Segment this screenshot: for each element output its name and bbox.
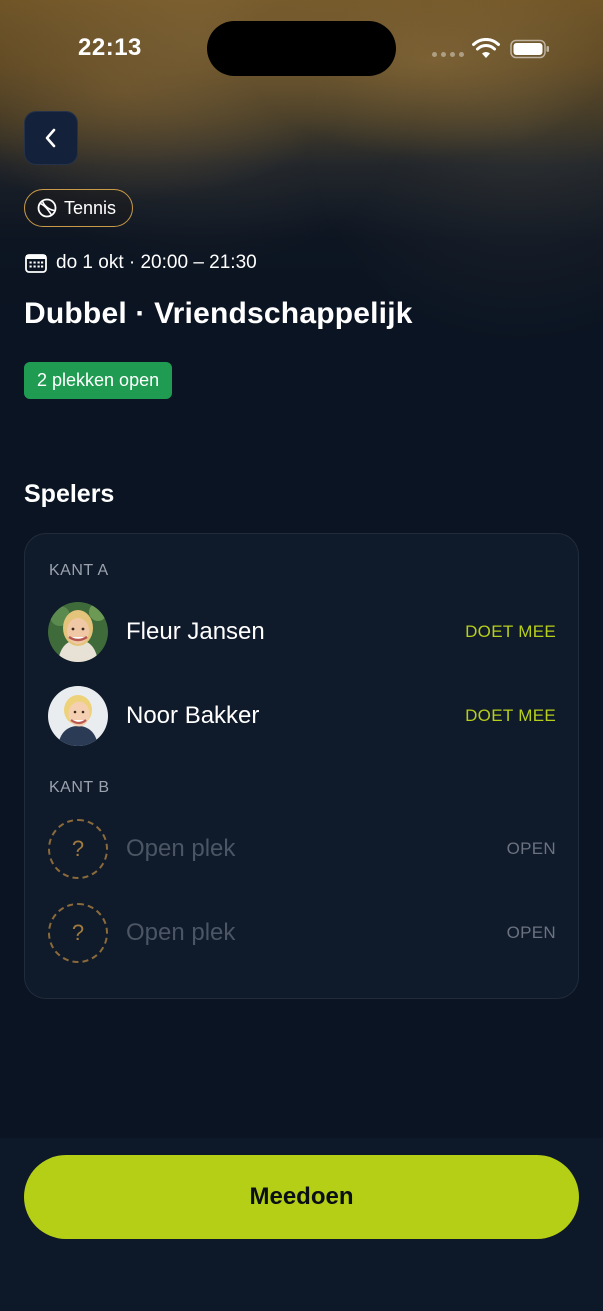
player-status: OPEN [506, 839, 556, 858]
player-name: Open plek [126, 919, 236, 946]
sport-label: Tennis [64, 197, 117, 218]
open-spots-badge: 2 plekken open [24, 362, 173, 399]
open-slot-row[interactable]: ? Open plek OPEN [48, 818, 556, 880]
open-slot-placeholder: ? [48, 819, 108, 879]
event-detail-screen: 22:13 Tennis do 1 okt · 20:00 – 21:30 Du… [0, 0, 603, 1311]
player-row[interactable]: Fleur Jansen DOET MEE [48, 601, 556, 663]
cellular-signal-icon [432, 52, 464, 57]
player-name: Noor Bakker [126, 702, 260, 729]
side-b-label: KANT B [49, 779, 110, 796]
back-chevron-icon [45, 128, 56, 148]
back-button[interactable] [24, 111, 78, 165]
join-button[interactable]: Meedoen [24, 1155, 579, 1239]
battery-icon [510, 39, 549, 59]
open-slot-row[interactable]: ? Open plek OPEN [48, 902, 556, 964]
wifi-icon [472, 38, 500, 58]
tennis-ball-icon [37, 198, 57, 218]
player-status: DOET MEE [465, 706, 556, 725]
player-status: OPEN [506, 923, 556, 942]
players-section-title: Spelers [24, 480, 115, 508]
avatar [48, 602, 108, 662]
sport-chip: Tennis [24, 189, 134, 227]
dynamic-island [207, 21, 396, 76]
player-name: Fleur Jansen [126, 618, 265, 645]
players-card: KANT A Fleur Jansen DOET MEE Noor Bakker… [24, 533, 579, 999]
player-row[interactable]: Noor Bakker DOET MEE [48, 685, 556, 747]
side-a-label: KANT A [49, 562, 109, 579]
open-slot-placeholder: ? [48, 903, 108, 963]
status-time: 22:13 [78, 34, 142, 61]
player-status: DOET MEE [465, 622, 556, 641]
calendar-icon [25, 254, 47, 273]
event-date-time: do 1 okt · 20:00 – 21:30 [56, 252, 257, 273]
player-name: Open plek [126, 835, 236, 862]
avatar [48, 686, 108, 746]
event-date-row: do 1 okt · 20:00 – 21:30 [25, 252, 257, 274]
event-title: Dubbel · Vriendschappelijk [24, 297, 413, 330]
